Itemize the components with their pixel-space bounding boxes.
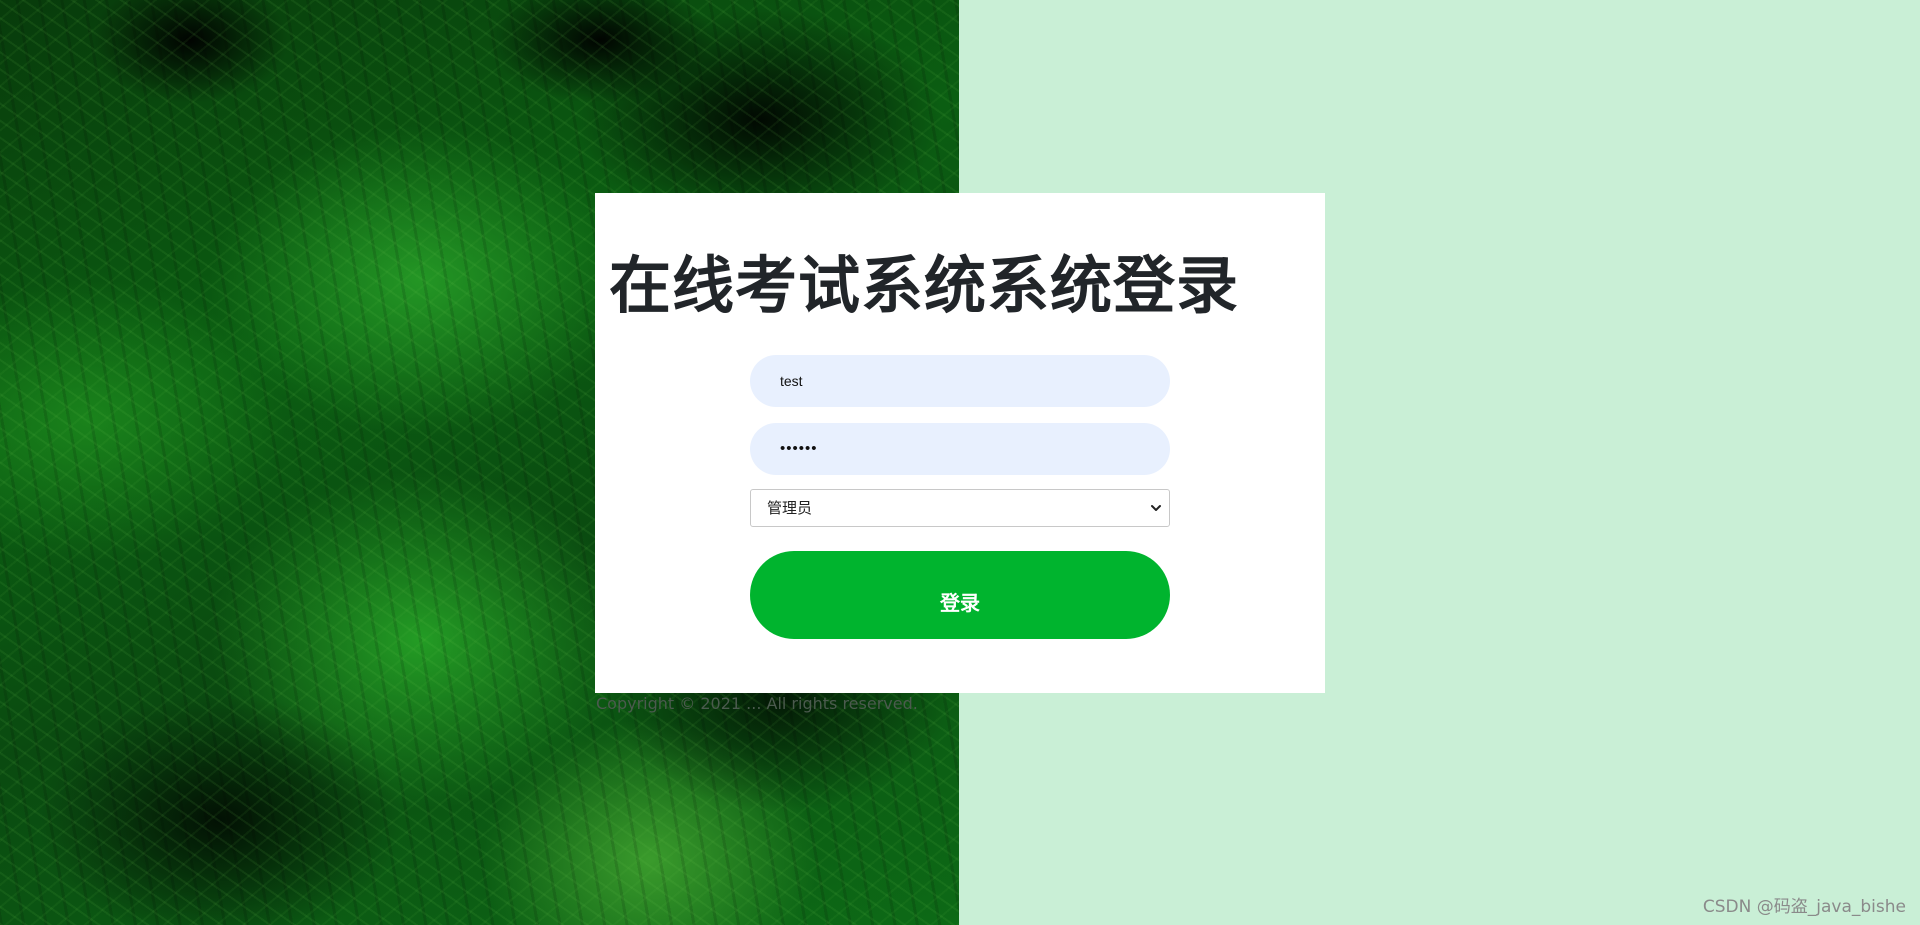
page-title: 在线考试系统系统登录 [609, 249, 1240, 322]
login-page: Copyright © 2021 ... All rights reserved… [0, 0, 1920, 925]
username-input[interactable] [750, 355, 1170, 407]
role-select-value: 管理员 [767, 499, 813, 517]
watermark-text: CSDN @码盗_java_bishe [1702, 897, 1906, 917]
login-form: 管理员 登录 [750, 355, 1170, 639]
role-select[interactable]: 管理员 [750, 489, 1170, 527]
password-input[interactable] [750, 423, 1170, 475]
login-button[interactable]: 登录 [750, 551, 1170, 639]
login-card: 在线考试系统系统登录 管理员 登录 [595, 193, 1325, 693]
footer-copyright: Copyright © 2021 ... All rights reserved… [596, 694, 918, 713]
chevron-down-icon [1151, 505, 1161, 511]
